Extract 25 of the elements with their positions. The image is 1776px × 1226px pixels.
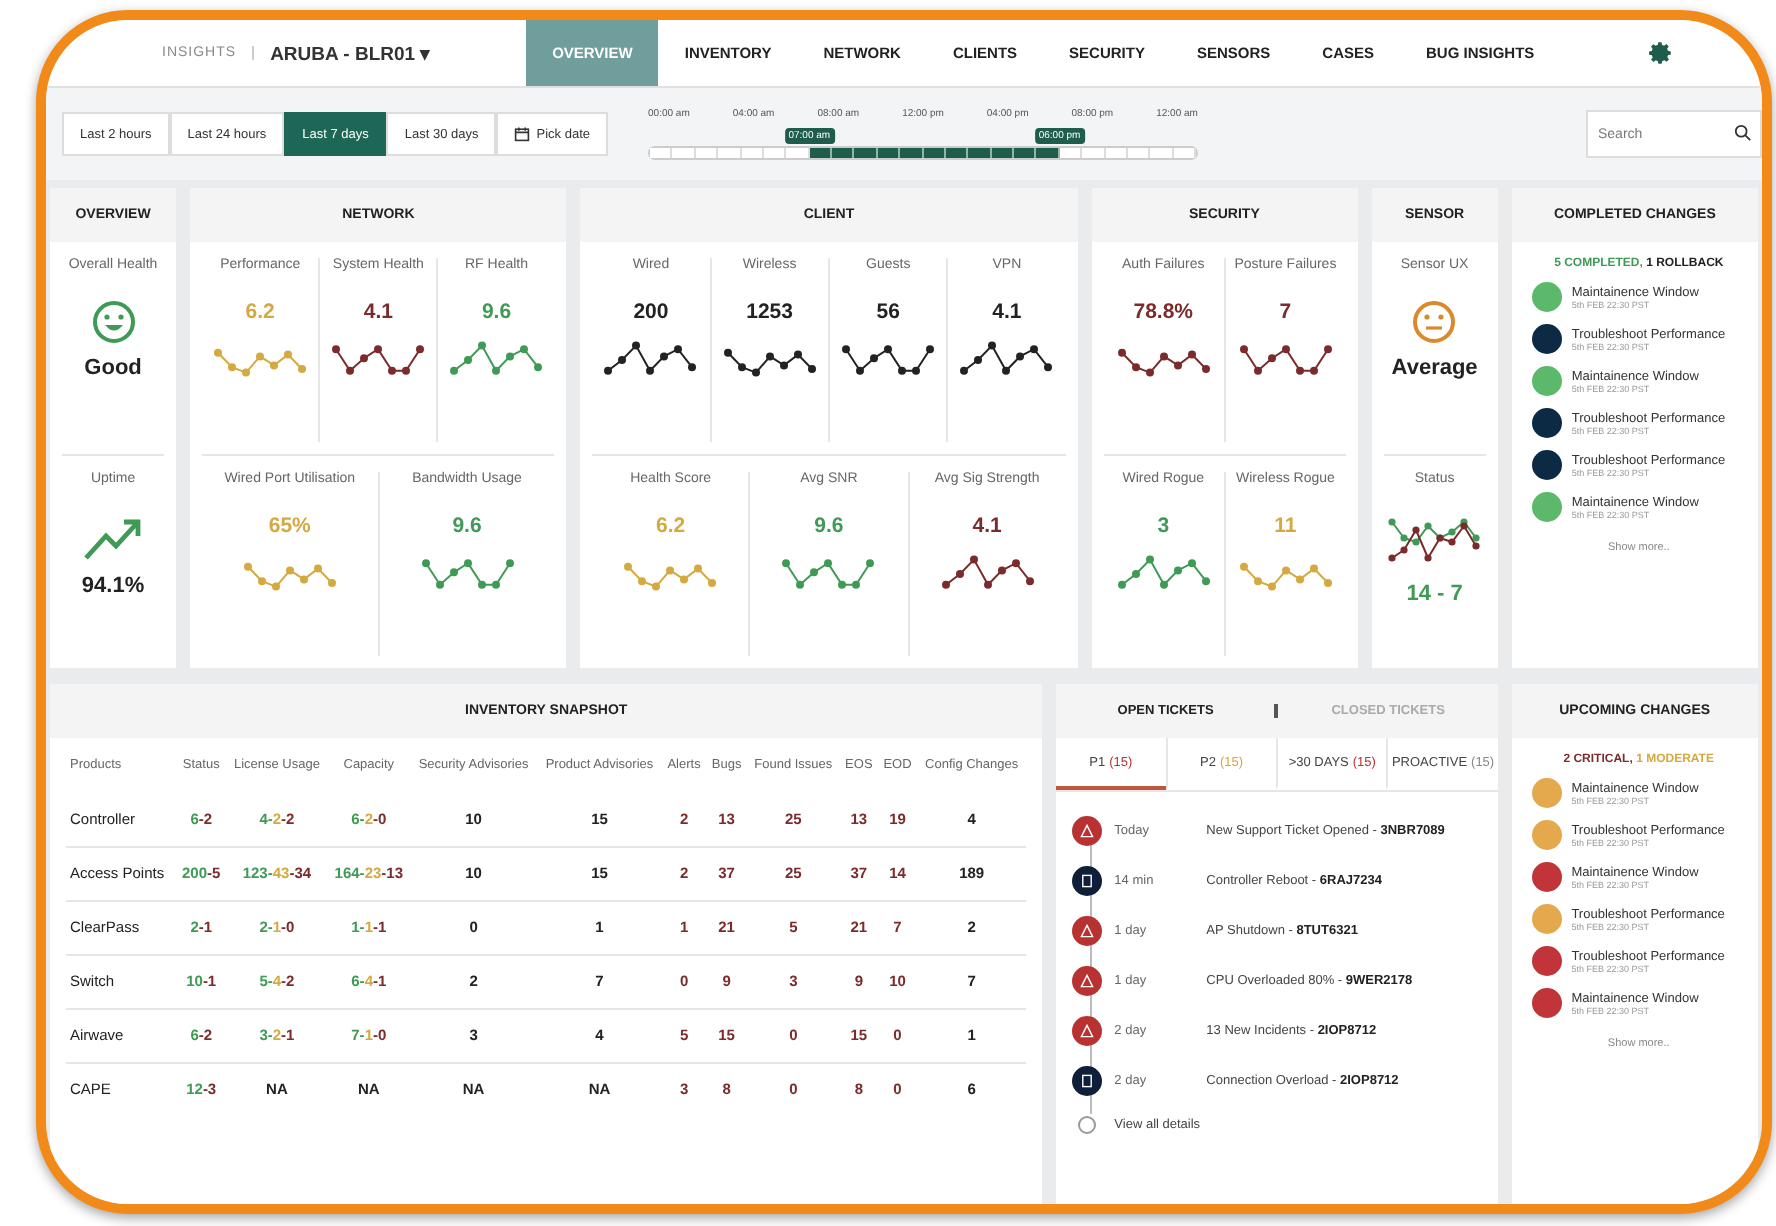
metric-value: 94.1% <box>81 574 145 598</box>
metric-value: Good <box>84 356 142 380</box>
search-icon[interactable] <box>1734 124 1752 142</box>
metric-value: 9.6 <box>814 514 844 538</box>
settings-icon[interactable] <box>1648 40 1674 66</box>
end-marker <box>1078 1116 1097 1134</box>
metric-value: 78.8% <box>1133 300 1194 324</box>
metric-value: 3 <box>1157 514 1170 538</box>
metric-value: 1253 <box>746 300 793 324</box>
metric-value: 14 - 7 <box>1406 582 1463 606</box>
metric-value: 4.1 <box>363 300 393 324</box>
calendar-icon <box>514 126 531 142</box>
metric-value: 65% <box>268 514 311 538</box>
metric-value: Average <box>1391 356 1478 380</box>
metric-value: 4.1 <box>992 300 1022 324</box>
site-selector[interactable]: ARUBA - BLR01 ▾ <box>270 41 527 65</box>
metric-value: 200 <box>633 300 669 324</box>
metric-value: 56 <box>876 300 900 324</box>
metric-value: 4.1 <box>972 514 1002 538</box>
metric-value: 6.2 <box>656 514 686 538</box>
metric-value: 11 <box>1274 514 1297 538</box>
metric-value: 7 <box>1279 300 1292 324</box>
metric-value: 6.2 <box>245 300 275 324</box>
metric-value: 9.6 <box>452 514 482 538</box>
metric-value: 9.6 <box>481 300 512 324</box>
